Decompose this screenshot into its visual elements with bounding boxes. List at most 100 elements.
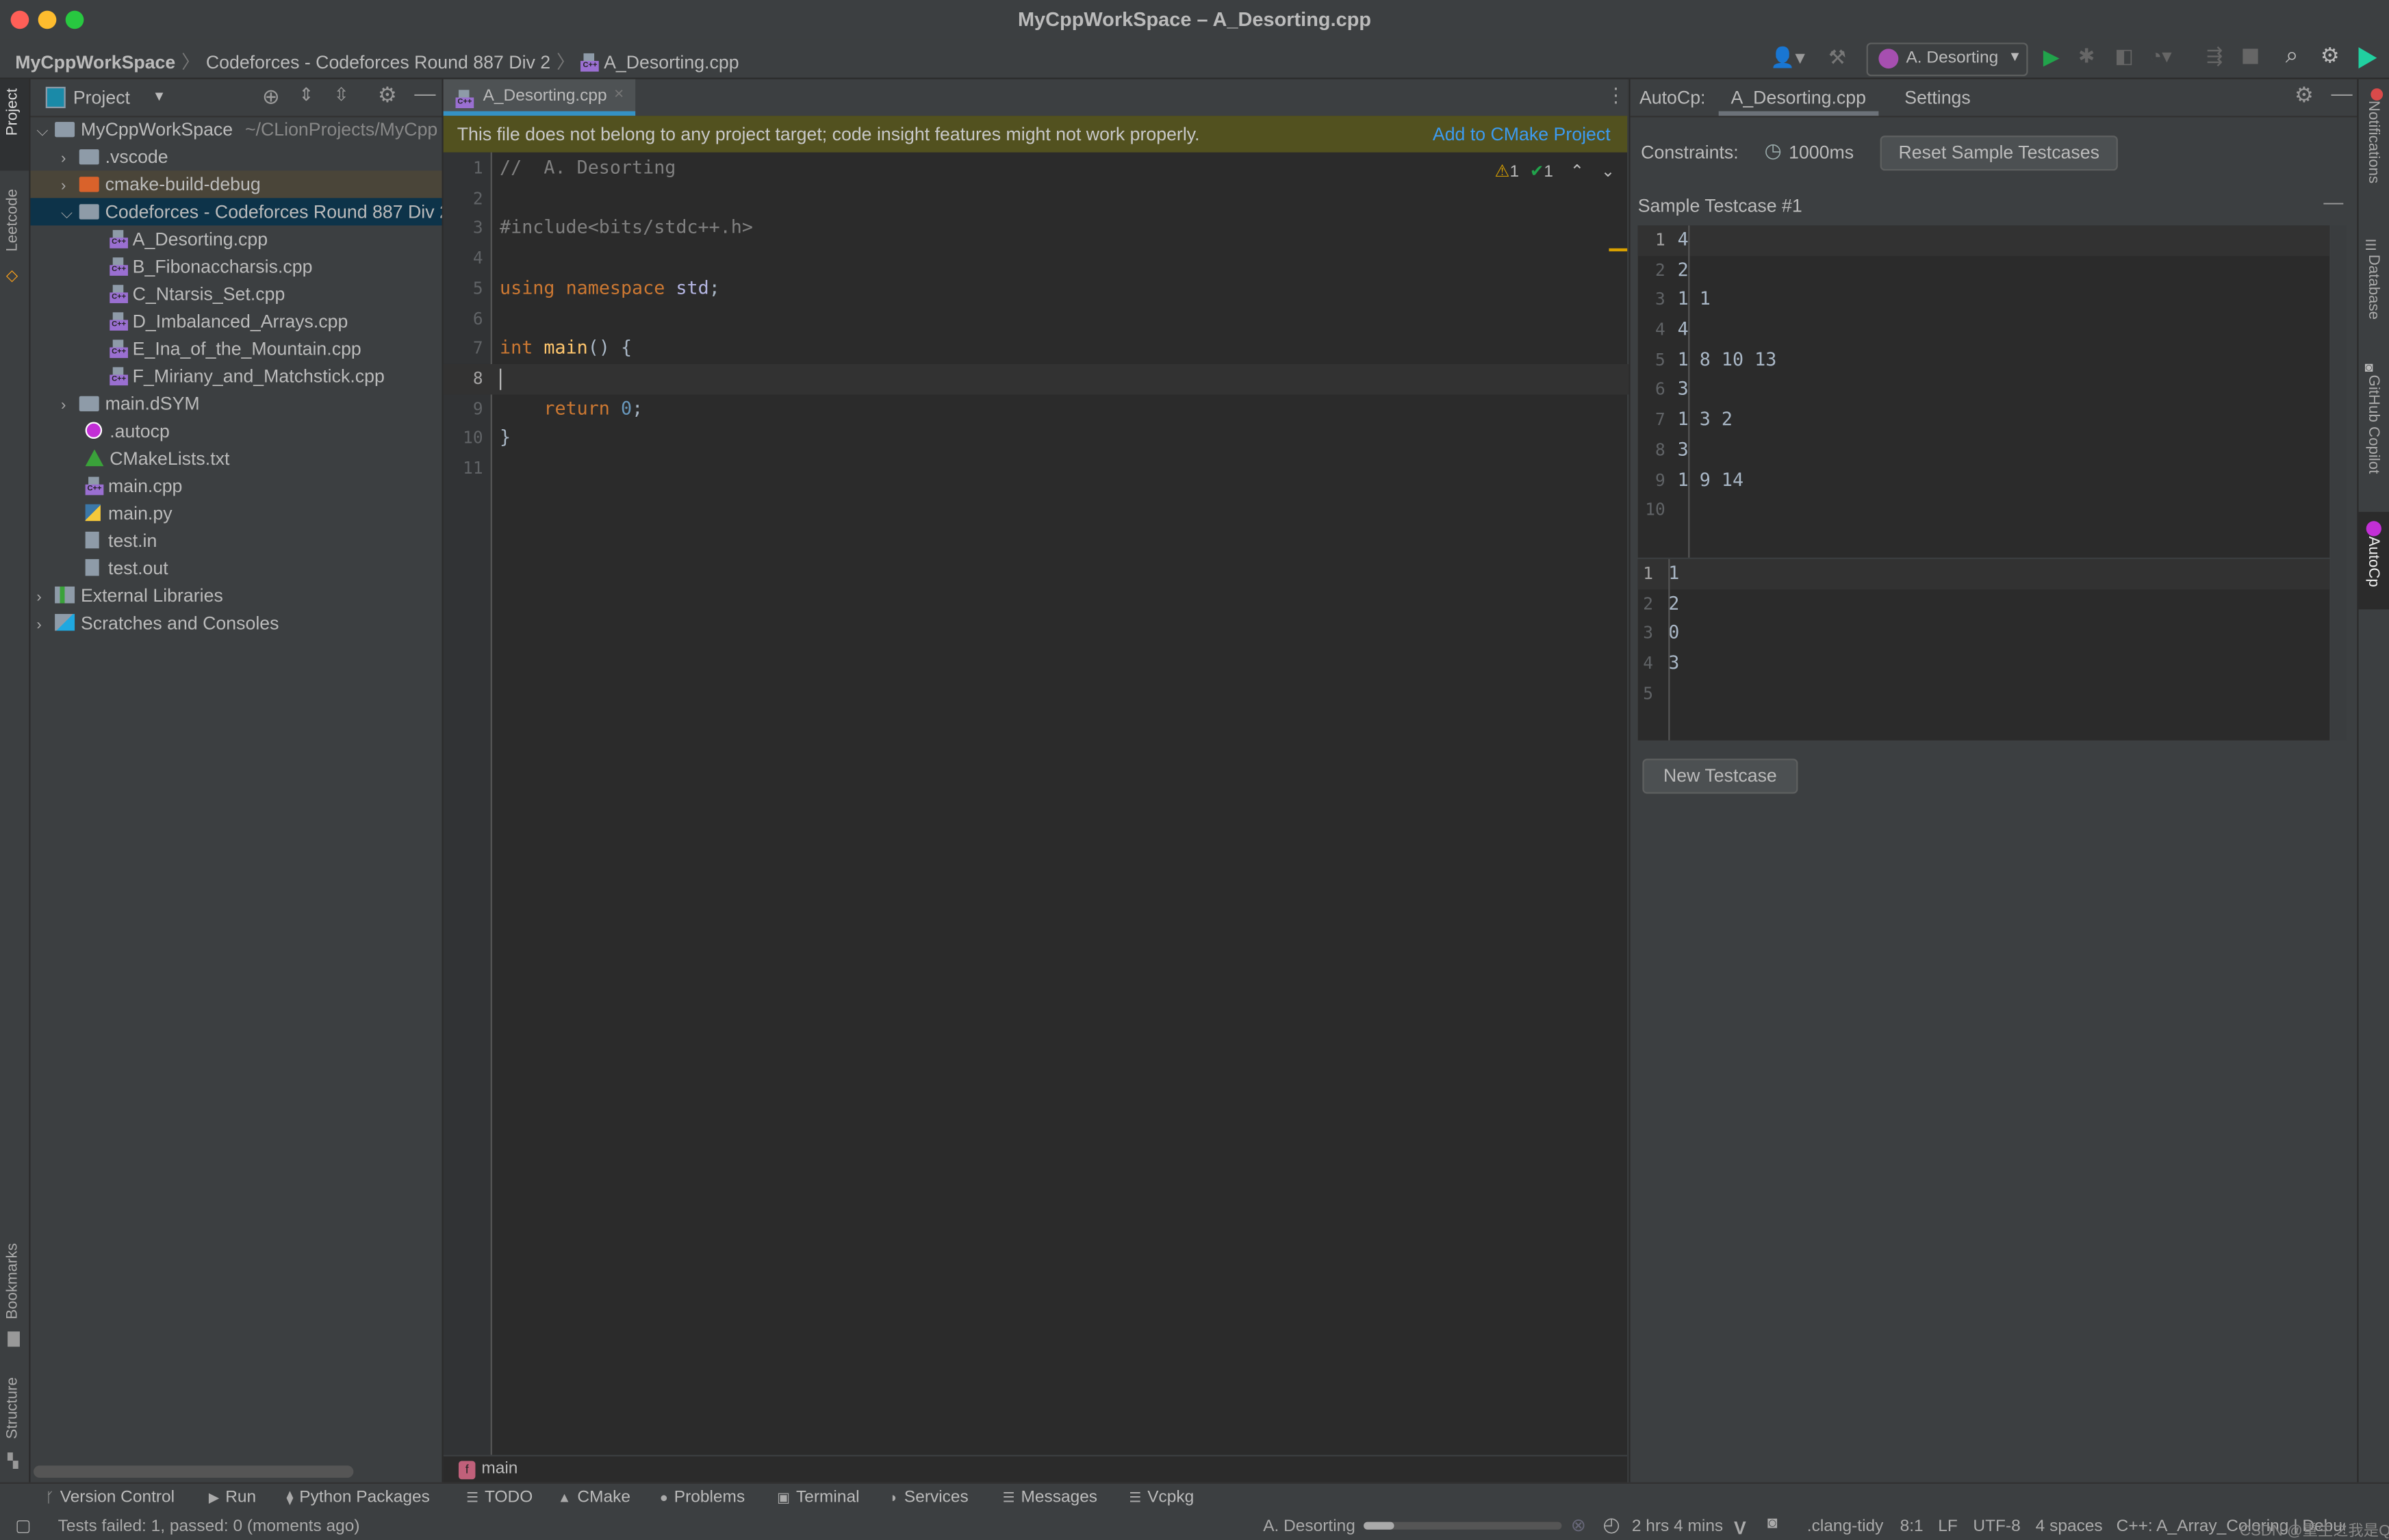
chevron-right-icon[interactable]: › bbox=[61, 146, 79, 171]
time-limit[interactable]: 1000ms bbox=[1789, 142, 1854, 163]
testcase-line[interactable]: 3 1 1 bbox=[1638, 285, 2330, 316]
collapse-testcase-icon[interactable]: — bbox=[2323, 190, 2343, 213]
chevron-right-icon[interactable]: › bbox=[61, 174, 79, 198]
tree-item[interactable]: › main.dSYM bbox=[31, 390, 442, 418]
tree-item[interactable]: › cmake-build-debug bbox=[30, 170, 442, 198]
breadcrumb-function[interactable]: main bbox=[481, 1459, 518, 1478]
tool-window-todo[interactable]: ☰ TODO bbox=[466, 1489, 533, 1507]
stripe-structure[interactable]: Structure ▚ bbox=[0, 1371, 29, 1472]
tree-item[interactable]: main.cpp bbox=[31, 472, 442, 500]
wakatime-status[interactable]: 2 hrs 4 mins bbox=[1632, 1517, 1723, 1536]
line-separator[interactable]: LF bbox=[1938, 1517, 1958, 1536]
code-line[interactable]: 5 using namespace std; bbox=[444, 274, 1629, 304]
file-encoding[interactable]: UTF-8 bbox=[1973, 1517, 2020, 1536]
attach-icon[interactable]: ⇶ bbox=[2206, 44, 2223, 69]
tool-window-run[interactable]: ▶ Run bbox=[209, 1489, 256, 1507]
chevron-down-icon[interactable]: ⌵ bbox=[36, 119, 55, 144]
warning-stripe-marker[interactable] bbox=[1609, 248, 1628, 252]
testcase-line[interactable]: 44 bbox=[1638, 316, 2330, 346]
inspection-widget[interactable]: ⚠1 ✔1 ⌃ ⌄ bbox=[1495, 162, 1615, 181]
tree-item[interactable]: F_Miriany_and_Matchstick.cpp bbox=[31, 363, 442, 390]
testcase-line[interactable]: 7 1 3 2 bbox=[1638, 405, 2330, 435]
tree-item[interactable]: B_Fibonaccharsis.cpp bbox=[31, 253, 442, 280]
stripe-project[interactable]: Project bbox=[0, 79, 29, 171]
collapse-all-icon[interactable]: ⇳ bbox=[333, 84, 348, 105]
breadcrumb-project[interactable]: MyCppWorkSpace bbox=[15, 52, 175, 73]
testcase-line[interactable]: 22 bbox=[1638, 255, 2330, 285]
add-to-cmake-link[interactable]: Add to CMake Project bbox=[1433, 123, 1611, 144]
vim-icon[interactable]: V bbox=[1734, 1517, 1746, 1539]
code-line[interactable]: 2 bbox=[444, 184, 1629, 214]
chevron-right-icon[interactable]: › bbox=[36, 585, 55, 610]
tree-item[interactable]: E_Ina_of_the_Mountain.cpp bbox=[31, 335, 442, 363]
testcase-line[interactable]: 14 bbox=[1637, 225, 2330, 256]
testcase-line[interactable]: 43 bbox=[1638, 649, 2330, 679]
testcase-input-editor[interactable]: 142231 14451 8 10 13 6 3 7 1 3 28391 9 14 10 bbox=[1637, 225, 2330, 558]
coverage-icon[interactable]: ◧ bbox=[2115, 44, 2133, 69]
cancel-task-icon[interactable]: ⊗ bbox=[1571, 1514, 1586, 1535]
tree-item[interactable]: C_Ntarsis_Set.cpp bbox=[31, 281, 442, 308]
run-config-selector[interactable]: A. Desorting ▼ bbox=[1866, 42, 2028, 77]
tool-window-version-control[interactable]: ᚴ Version Control bbox=[46, 1489, 175, 1507]
gear-icon[interactable]: ⚙ bbox=[378, 82, 397, 108]
code-line[interactable]: 6 bbox=[444, 304, 1629, 334]
chevron-down-icon[interactable]: ⌵ bbox=[61, 201, 79, 226]
chevron-right-icon[interactable]: › bbox=[36, 613, 55, 637]
tab-a-desorting[interactable]: A_Desorting.cpp × bbox=[443, 79, 636, 116]
stripe-database[interactable]: ☰ Database bbox=[2364, 238, 2381, 320]
code-line[interactable]: 4 bbox=[444, 244, 1629, 274]
testcase-line[interactable]: 11 bbox=[1637, 559, 2330, 589]
new-testcase-button[interactable]: New Testcase bbox=[1642, 758, 1798, 794]
code-line[interactable]: 10} bbox=[444, 424, 1629, 454]
external-libraries[interactable]: › External Libraries bbox=[31, 582, 442, 609]
reset-sample-testcases-button[interactable]: Reset Sample Testcases bbox=[1880, 136, 2118, 171]
tree-item[interactable]: test.out bbox=[31, 554, 442, 582]
code-line[interactable]: 3 #include<bits/stdc++.h> bbox=[444, 214, 1629, 244]
testcase-line[interactable]: 5 bbox=[1638, 679, 2330, 709]
profile-icon[interactable]: ◔▾ bbox=[2150, 44, 2172, 69]
account-icon[interactable]: 👤▾ bbox=[1770, 46, 1805, 70]
tree-item[interactable]: ⌵ Codeforces - Codeforces Round 887 Div 2 bbox=[30, 198, 442, 226]
testcase-output-editor[interactable]: 112230435 bbox=[1637, 559, 2330, 741]
tree-item[interactable]: A_Desorting.cpp bbox=[31, 225, 442, 253]
tab-autocp-file[interactable]: A_Desorting.cpp bbox=[1718, 79, 1878, 116]
chevron-right-icon[interactable]: › bbox=[61, 393, 79, 418]
caret-position[interactable]: 8:1 bbox=[1900, 1517, 1924, 1536]
close-icon[interactable]: × bbox=[614, 86, 624, 104]
code-line[interactable]: 7 int main() { bbox=[444, 334, 1629, 364]
debug-icon[interactable]: ✱ bbox=[2078, 44, 2095, 69]
testcase-line[interactable]: 10 bbox=[1638, 496, 2330, 526]
toggle-tool-windows-icon[interactable]: ▢ bbox=[15, 1516, 31, 1536]
hide-icon[interactable]: — bbox=[414, 81, 435, 105]
stripe-leetcode[interactable]: Leetcode ◇ bbox=[0, 189, 29, 296]
tree-root[interactable]: ⌵ MyCppWorkSpace ~/CLionProjects/MyCpp bbox=[31, 116, 442, 143]
tab-settings[interactable]: Settings bbox=[1904, 87, 1971, 108]
tree-item[interactable]: main.py bbox=[31, 500, 442, 527]
copilot-status-icon[interactable]: ◙ bbox=[1767, 1514, 1778, 1532]
tool-window-python-packages[interactable]: ⧫ Python Packages bbox=[286, 1489, 429, 1507]
stop-icon[interactable] bbox=[2243, 49, 2258, 64]
tree-item[interactable]: test.in bbox=[31, 527, 442, 554]
indent-setting[interactable]: 4 spaces bbox=[2036, 1517, 2103, 1536]
search-icon[interactable]: ⌕ bbox=[2286, 42, 2299, 68]
code-line[interactable]: 1 // A. Desorting bbox=[444, 154, 1629, 184]
tool-window-problems[interactable]: ● Problems bbox=[660, 1489, 745, 1507]
horizontal-scrollbar[interactable] bbox=[33, 1465, 354, 1478]
expand-all-icon[interactable]: ⇕ bbox=[298, 84, 314, 105]
code-line[interactable]: 11 bbox=[444, 454, 1629, 484]
tool-window-messages[interactable]: ☰ Messages bbox=[1003, 1489, 1097, 1507]
code-line[interactable]: 9 return 0; bbox=[444, 394, 1629, 424]
stripe-notifications[interactable]: Notifications bbox=[2364, 88, 2384, 183]
tool-window-vcpkg[interactable]: ☰ Vcpkg bbox=[1129, 1489, 1194, 1507]
stripe-autocp[interactable]: AutoCp bbox=[2358, 511, 2389, 610]
project-view-selector[interactable]: Project bbox=[73, 87, 130, 108]
gear-icon[interactable]: ⚙ bbox=[2295, 82, 2314, 108]
scratches-and-consoles[interactable]: › Scratches and Consoles bbox=[31, 609, 442, 637]
code-with-me-icon[interactable] bbox=[2358, 47, 2377, 69]
clang-tidy-status[interactable]: .clang-tidy bbox=[1807, 1517, 1884, 1536]
previous-highlight-icon[interactable]: ⌃ bbox=[1570, 163, 1585, 181]
tool-window-services[interactable]: ◗ Services bbox=[890, 1489, 969, 1507]
chevron-down-icon[interactable]: ▼ bbox=[153, 88, 166, 103]
tree-item[interactable]: D_Imbalanced_Arrays.cpp bbox=[31, 308, 442, 335]
vertical-scrollbar[interactable] bbox=[2331, 225, 2347, 741]
